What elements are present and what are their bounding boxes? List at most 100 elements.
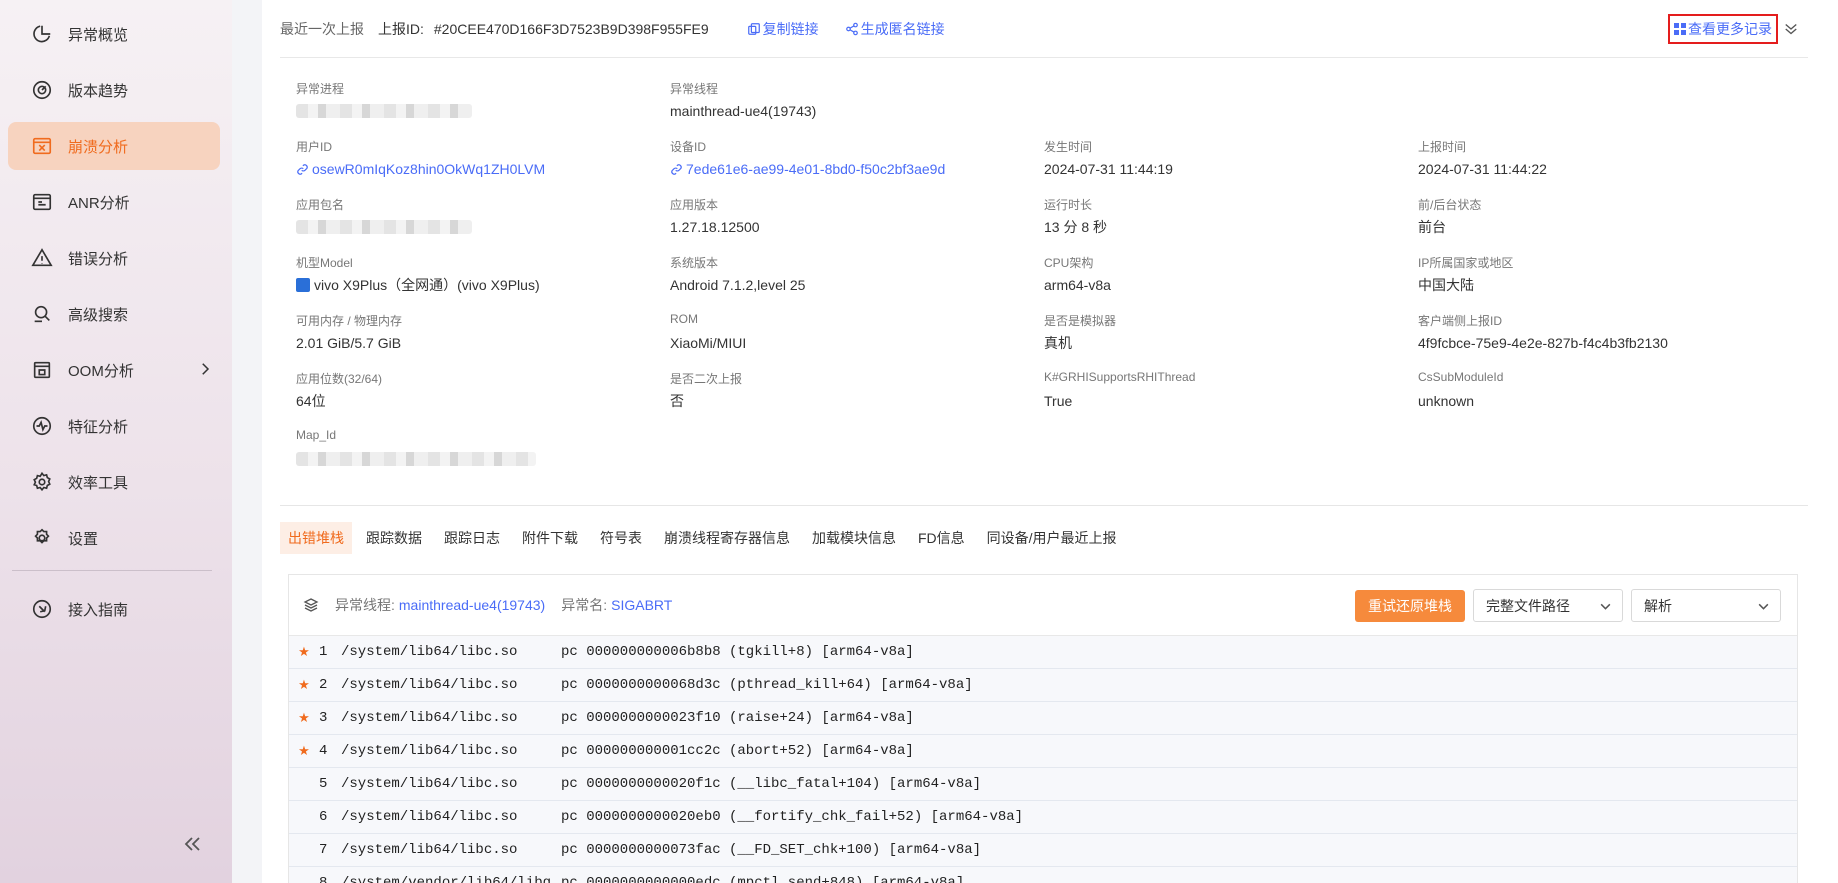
field-value: vivo X9Plus（全网通）(vivo X9Plus) <box>296 275 656 295</box>
tab-registers[interactable]: 崩溃线程寄存器信息 <box>656 522 798 554</box>
sidebar-item-guide[interactable]: 接入指南 <box>8 585 220 633</box>
field-label: 上报时间 <box>1418 140 1467 154</box>
stack-frame-row[interactable]: 7 /system/lib64/libc.so pc 0000000000073… <box>289 834 1797 867</box>
app-root: 异常概览 版本趋势 崩溃分析 ANR分析 错误分析 高级搜索 OOM分析 特征分… <box>0 0 1838 883</box>
compass-icon <box>30 597 54 621</box>
sidebar-item-label: ANR分析 <box>68 194 130 212</box>
field-value: 2024-07-31 11:44:22 <box>1418 161 1547 177</box>
anon-link-button[interactable]: 生成匿名链接 <box>845 19 945 39</box>
frame-library: /system/lib64/libc.so <box>341 842 518 858</box>
field-label: 可用内存 / 物理内存 <box>296 314 403 328</box>
tab-trace-log[interactable]: 跟踪日志 <box>436 522 508 554</box>
main-panel: 最近一次上报 上报ID: #20CEE470D166F3D7523B9D398F… <box>262 0 1838 883</box>
sidebar-item-efficiency-tools[interactable]: 效率工具 <box>8 458 220 506</box>
frame-library: /system/lib64/libc.so <box>341 644 518 660</box>
frame-symbol: (mpctl_send+848) [arm64-v8a] <box>729 875 965 883</box>
frame-pc: pc 000000000001cc2c <box>561 743 721 759</box>
topbar-right: 查看更多记录 <box>1668 14 1800 44</box>
field-value: XiaoMi/MIUI <box>670 335 747 351</box>
sidebar: 异常概览 版本趋势 崩溃分析 ANR分析 错误分析 高级搜索 OOM分析 特征分… <box>0 0 232 883</box>
thread-label: 异常线程: <box>335 597 395 613</box>
frame-symbol: (__FD_SET_chk+100) [arm64-v8a] <box>729 842 982 858</box>
parse-value: 解析 <box>1644 597 1672 614</box>
model-value: vivo X9Plus（全网通）(vivo X9Plus) <box>314 277 540 293</box>
stack-frame-row[interactable]: 6 /system/lib64/libc.so pc 0000000000020… <box>289 801 1797 834</box>
sidebar-item-label: 崩溃分析 <box>68 138 129 156</box>
sidebar-item-feature[interactable]: 特征分析 <box>8 402 220 450</box>
layers-icon[interactable] <box>303 597 319 613</box>
stack-frame-row[interactable]: ★ 1 /system/lib64/libc.so pc 00000000000… <box>289 636 1797 669</box>
copy-icon <box>747 22 760 35</box>
section-divider <box>280 505 1808 506</box>
sidebar-item-error[interactable]: 错误分析 <box>8 234 220 282</box>
sidebar-item-settings[interactable]: 设置 <box>8 514 220 562</box>
sidebar-item-overview[interactable]: 异常概览 <box>8 10 220 58</box>
stack-frame-row[interactable]: 5 /system/lib64/libc.so pc 0000000000020… <box>289 768 1797 801</box>
anon-link-label: 生成匿名链接 <box>860 20 945 37</box>
sidebar-item-version-trend[interactable]: 版本趋势 <box>8 66 220 114</box>
frame-number: 7 <box>319 842 328 858</box>
path-mode-select[interactable]: 完整文件路径 <box>1473 589 1623 622</box>
user-id-link[interactable]: osewR0mIqKoz8hin0OkWq1ZH0LVM <box>296 159 656 179</box>
frame-symbol: (abort+52) [arm64-v8a] <box>729 743 914 759</box>
field-label: 应用位数(32/64) <box>296 372 383 386</box>
double-chevron-down-icon[interactable] <box>1782 20 1800 38</box>
frame-library: /system/lib64/libc.so <box>341 776 518 792</box>
memory-icon <box>30 358 54 382</box>
sidebar-item-crash-analysis[interactable]: 崩溃分析 <box>8 122 220 170</box>
tab-loaded-modules[interactable]: 加载模块信息 <box>804 522 904 554</box>
sidebar-item-anr[interactable]: ANR分析 <box>8 178 220 226</box>
copy-link-button[interactable]: 复制链接 <box>747 19 819 39</box>
field-exception-thread: 异常线程 mainthread-ue4(19743) <box>670 80 1030 121</box>
frame-symbol: (__libc_fatal+104) [arm64-v8a] <box>729 776 982 792</box>
tab-recent-reports[interactable]: 同设备/用户最近上报 <box>979 522 1125 554</box>
chevron-right-icon[interactable] <box>196 360 214 378</box>
stack-frame-row[interactable]: ★ 4 /system/lib64/libc.so pc 00000000000… <box>289 735 1797 768</box>
field-value: 4f9fcbce-75e9-4e2e-827b-f4c4b3fb2130 <box>1418 335 1668 351</box>
field-label: 系统版本 <box>670 256 719 270</box>
retry-restore-stack-button[interactable]: 重试还原堆栈 <box>1355 590 1465 622</box>
more-records-button[interactable]: 查看更多记录 <box>1668 14 1778 44</box>
sidebar-item-oom[interactable]: OOM分析 <box>8 346 220 394</box>
thread-value[interactable]: mainthread-ue4(19743) <box>399 597 545 613</box>
field-exception-process: 异常进程 <box>296 80 656 121</box>
field-package-name: 应用包名 <box>296 196 656 237</box>
sidebar-item-advanced-search[interactable]: 高级搜索 <box>8 290 220 338</box>
stack-trace-panel: 异常线程: mainthread-ue4(19743) 异常名: SIGABRT… <box>288 574 1798 883</box>
field-sub-module: CsSubModuleId unknown <box>1418 370 1778 411</box>
sidebar-item-label: 效率工具 <box>68 474 129 492</box>
sidebar-item-label: 接入指南 <box>68 601 129 619</box>
stack-frame-row[interactable]: ★ 2 /system/lib64/libc.so pc 00000000000… <box>289 669 1797 702</box>
tab-fd-info[interactable]: FD信息 <box>910 522 973 554</box>
field-value: Android 7.1.2,level 25 <box>670 277 806 293</box>
field-device-id: 设备ID 7ede61e6-ae99-4e01-8bd0-f50c2bf3ae9… <box>670 138 1030 179</box>
frame-number: 4 <box>319 743 328 759</box>
report-id-label: 上报ID: <box>378 20 424 37</box>
device-id-link[interactable]: 7ede61e6-ae99-4e01-8bd0-f50c2bf3ae9d <box>670 159 1030 179</box>
feature-icon <box>30 414 54 438</box>
tab-attachments[interactable]: 附件下载 <box>514 522 586 554</box>
stack-frame-row[interactable]: ★ 3 /system/lib64/libc.so pc 00000000000… <box>289 702 1797 735</box>
field-model: 机型Model vivo X9Plus（全网通）(vivo X9Plus) <box>296 254 656 295</box>
star-icon: ★ <box>298 743 310 759</box>
field-value-redacted <box>296 217 656 237</box>
frame-library: /system/vendor/lib64/libg... <box>341 875 577 883</box>
frame-pc: pc 0000000000073fac <box>561 842 721 858</box>
field-label: ROM <box>670 312 698 326</box>
parse-select[interactable]: 解析 <box>1631 589 1781 622</box>
exception-value[interactable]: SIGABRT <box>611 597 672 613</box>
pie-chart-icon <box>30 22 54 46</box>
tab-symbols[interactable]: 符号表 <box>592 522 650 554</box>
crash-box-icon <box>30 134 54 158</box>
sidebar-item-label: 高级搜索 <box>68 306 129 324</box>
field-rom: ROM XiaoMi/MIUI <box>670 312 1030 353</box>
link-icon <box>671 163 682 175</box>
field-value: 前台 <box>1418 219 1446 235</box>
frame-pc: pc 0000000000020f1c <box>561 776 721 792</box>
collapse-sidebar-icon[interactable] <box>180 832 204 856</box>
tab-trace-data[interactable]: 跟踪数据 <box>358 522 430 554</box>
tab-error-stack[interactable]: 出错堆栈 <box>280 522 352 554</box>
field-second-report: 是否二次上报 否 <box>670 370 1030 411</box>
stack-frame-row[interactable]: 8 /system/vendor/lib64/libg... pc 000000… <box>289 867 1797 883</box>
field-value: mainthread-ue4(19743) <box>670 103 817 119</box>
